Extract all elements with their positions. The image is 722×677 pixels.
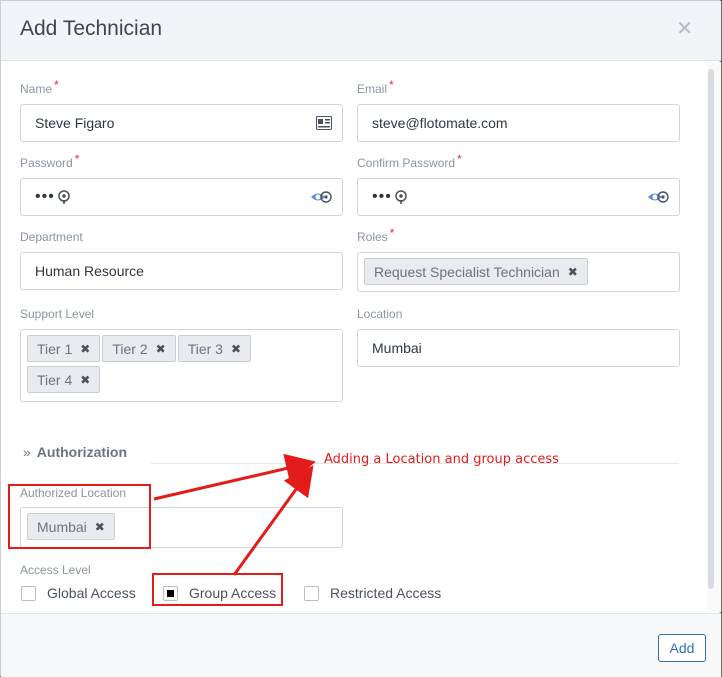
support-level-tag: Tier 4 ✖ bbox=[27, 366, 101, 393]
roles-field[interactable]: Request Specialist Technician ✖ bbox=[357, 252, 680, 292]
annotation-highlight-box bbox=[152, 573, 283, 606]
email-label: Email * bbox=[357, 78, 394, 96]
role-tag-label: Request Specialist Technician bbox=[374, 263, 560, 280]
annotation-text: Adding a Location and group access bbox=[324, 452, 559, 467]
confirm-password-value: ••• bbox=[372, 188, 392, 205]
location-label: Location bbox=[357, 307, 403, 321]
dialog-title: Add Technician bbox=[20, 17, 163, 40]
name-label: Name * bbox=[20, 78, 59, 96]
required-marker: * bbox=[389, 226, 395, 240]
department-field[interactable]: Human Resource bbox=[20, 252, 343, 290]
location-field[interactable]: Mumbai bbox=[357, 329, 680, 367]
dialog-footer: Add bbox=[1, 613, 721, 677]
restricted-access-checkbox[interactable] bbox=[304, 586, 319, 601]
role-tag: Request Specialist Technician ✖ bbox=[364, 258, 588, 285]
access-level-label: Access Level bbox=[20, 563, 91, 577]
department-label: Department bbox=[20, 230, 83, 244]
required-marker: * bbox=[457, 152, 462, 166]
confirm-password-field[interactable]: ••• bbox=[357, 178, 680, 216]
support-level-tag: Tier 2 ✖ bbox=[102, 335, 176, 362]
chevron-right-icon: » bbox=[23, 444, 31, 460]
add-button[interactable]: Add bbox=[658, 634, 706, 662]
password-value: ••• bbox=[35, 188, 55, 205]
email-value: steve@flotomate.com bbox=[372, 115, 508, 131]
restricted-access-label[interactable]: Restricted Access bbox=[330, 585, 441, 601]
support-level-field[interactable]: Tier 1 ✖ Tier 2 ✖ Tier 3 ✖ Tier 4 ✖ bbox=[20, 329, 343, 402]
scrollbar-thumb[interactable] bbox=[708, 69, 714, 589]
roles-label: Roles * bbox=[357, 226, 395, 244]
tag-label: Tier 1 bbox=[37, 340, 73, 357]
required-marker: * bbox=[54, 78, 59, 92]
password-field[interactable]: ••• bbox=[20, 178, 343, 216]
tag-label: Tier 4 bbox=[37, 371, 73, 388]
tag-label: Tier 3 bbox=[187, 340, 223, 357]
support-level-label: Support Level bbox=[20, 307, 95, 321]
remove-tag-icon[interactable]: ✖ bbox=[80, 342, 90, 356]
authorization-section-header[interactable]: » Authorization bbox=[23, 444, 127, 460]
global-access-label[interactable]: Global Access bbox=[47, 585, 136, 601]
department-value: Human Resource bbox=[35, 263, 144, 279]
remove-tag-icon[interactable]: ✖ bbox=[80, 373, 90, 387]
required-marker: * bbox=[389, 78, 394, 92]
location-value: Mumbai bbox=[372, 340, 422, 356]
tag-label: Tier 2 bbox=[112, 340, 148, 357]
dialog-header: Add Technician ✕ bbox=[1, 1, 721, 61]
email-field[interactable]: steve@flotomate.com bbox=[357, 104, 680, 142]
annotation-highlight-box bbox=[8, 484, 151, 549]
password-key-icon bbox=[58, 190, 70, 204]
support-level-tag: Tier 3 ✖ bbox=[177, 335, 252, 362]
name-value: Steve Figaro bbox=[35, 115, 115, 131]
global-access-checkbox[interactable] bbox=[21, 586, 36, 601]
password-label: Password * bbox=[20, 152, 80, 170]
password-key-icon bbox=[395, 190, 407, 204]
close-icon[interactable]: ✕ bbox=[676, 19, 693, 39]
show-password-icon[interactable] bbox=[647, 190, 669, 204]
add-technician-dialog: Add Technician ✕ Name * Steve Figaro Emai… bbox=[0, 0, 721, 677]
remove-tag-icon[interactable]: ✖ bbox=[231, 342, 241, 356]
support-level-tag: Tier 1 ✖ bbox=[27, 335, 101, 362]
remove-tag-icon[interactable]: ✖ bbox=[568, 265, 578, 279]
name-field[interactable]: Steve Figaro bbox=[20, 104, 343, 142]
remove-tag-icon[interactable]: ✖ bbox=[156, 342, 166, 356]
contact-card-icon bbox=[316, 116, 332, 130]
confirm-password-label: Confirm Password * bbox=[357, 152, 462, 170]
required-marker: * bbox=[74, 152, 80, 166]
authorization-title: Authorization bbox=[36, 444, 128, 460]
show-password-icon[interactable] bbox=[310, 190, 332, 204]
